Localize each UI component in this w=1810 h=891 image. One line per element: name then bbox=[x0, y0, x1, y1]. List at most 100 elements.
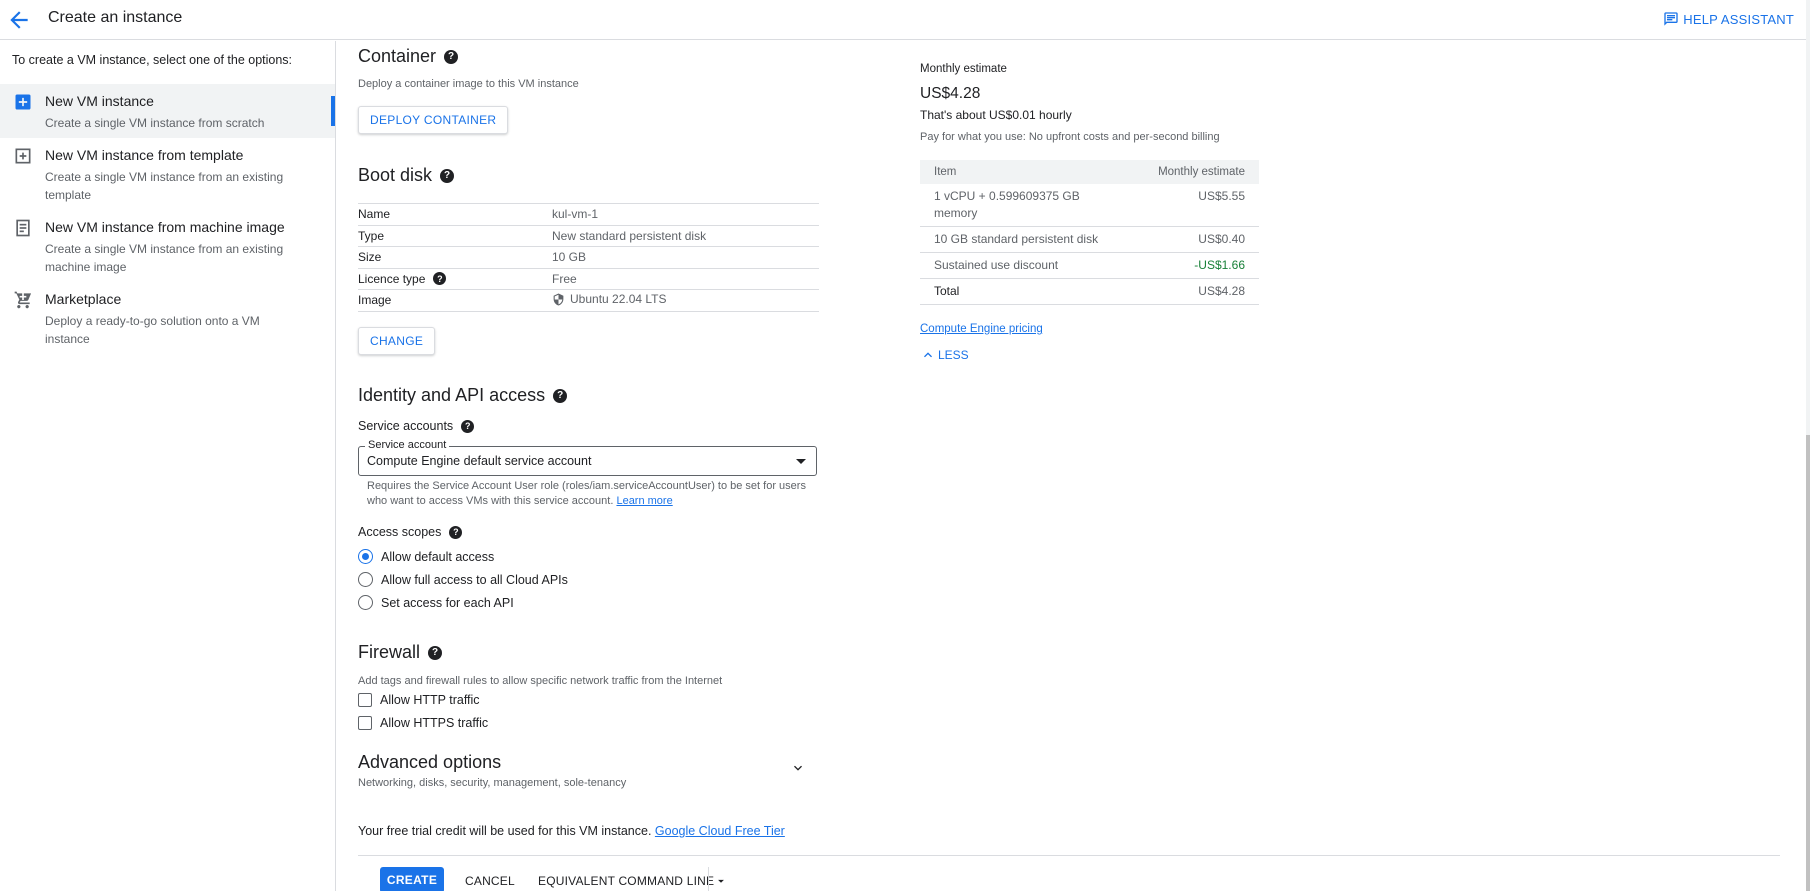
checkbox-allow-https[interactable]: Allow HTTPS traffic bbox=[358, 711, 488, 734]
advanced-options-expander[interactable]: Advanced options Networking, disks, secu… bbox=[358, 752, 818, 792]
service-account-note: Requires the Service Account User role (… bbox=[367, 479, 817, 509]
top-bar: Create an instance HELP ASSISTANT bbox=[0, 0, 1810, 40]
estimate-value: US$0.40 bbox=[1132, 226, 1259, 253]
table-row: Name kul-vm-1 bbox=[358, 203, 819, 226]
sidebar-item-new-vm[interactable]: New VM instance Create a single VM insta… bbox=[0, 84, 335, 138]
scrollbar-thumb[interactable] bbox=[1806, 435, 1810, 891]
boot-disk-key: Name bbox=[358, 203, 552, 226]
radio-button[interactable] bbox=[358, 595, 373, 610]
free-trial-note: Your free trial credit will be used for … bbox=[358, 824, 785, 838]
help-assistant-button[interactable]: HELP ASSISTANT bbox=[1663, 11, 1794, 27]
learn-more-link[interactable]: Learn more bbox=[616, 495, 672, 507]
checkbox[interactable] bbox=[358, 715, 372, 730]
firewall-heading: Firewall ? bbox=[358, 642, 443, 663]
column-header: Item bbox=[920, 160, 1133, 184]
boot-disk-value: New standard persistent disk bbox=[552, 225, 819, 247]
cart-icon bbox=[13, 290, 33, 310]
checkbox-allow-http[interactable]: Allow HTTP traffic bbox=[358, 688, 488, 711]
estimate-item: 10 GB standard persistent disk bbox=[920, 226, 1133, 253]
radio-allow-full-access[interactable]: Allow full access to all Cloud APIs bbox=[358, 568, 568, 591]
free-tier-link[interactable]: Google Cloud Free Tier bbox=[655, 824, 785, 838]
radio-label: Set access for each API bbox=[381, 595, 514, 610]
checkbox[interactable] bbox=[358, 692, 372, 707]
boot-disk-value-cell: Ubuntu 22.04 LTS bbox=[552, 289, 819, 312]
advanced-options-description: Networking, disks, security, management,… bbox=[358, 777, 627, 789]
back-arrow-icon[interactable] bbox=[6, 7, 32, 33]
sidebar-item-new-vm-machine-image[interactable]: New VM instance from machine image Creat… bbox=[0, 210, 335, 282]
feedback-icon bbox=[1663, 11, 1679, 27]
access-scopes-label: Access scopes bbox=[358, 525, 442, 539]
help-icon[interactable]: ? bbox=[433, 272, 447, 286]
radio-button[interactable] bbox=[358, 549, 373, 564]
service-account-note-line: Requires the Service Account User role (… bbox=[367, 480, 806, 492]
radio-label: Allow full access to all Cloud APIs bbox=[381, 572, 568, 587]
less-label: LESS bbox=[938, 348, 969, 362]
service-account-note-text: who want to access VMs with this service… bbox=[367, 495, 614, 507]
sidebar-item-marketplace[interactable]: Marketplace Deploy a ready-to-go solutio… bbox=[0, 282, 335, 346]
create-button[interactable]: CREATE bbox=[380, 867, 444, 891]
table-header-row: Item Monthly estimate bbox=[920, 160, 1259, 184]
service-account-legend: Service account bbox=[365, 439, 450, 451]
sidebar-item-new-vm-template[interactable]: New VM instance from template Create a s… bbox=[0, 138, 335, 210]
boot-disk-value: Ubuntu 22.04 LTS bbox=[570, 292, 667, 306]
estimate-item: Total bbox=[920, 278, 1133, 305]
estimate-value: -US$1.66 bbox=[1132, 252, 1259, 279]
radio-allow-default-access[interactable]: Allow default access bbox=[358, 545, 568, 568]
sidebar-item-label: New VM instance from template bbox=[45, 147, 244, 163]
advanced-options-title: Advanced options bbox=[358, 752, 502, 772]
boot-disk-value: kul-vm-1 bbox=[552, 203, 819, 226]
help-icon[interactable]: ? bbox=[553, 388, 568, 403]
radio-button[interactable] bbox=[358, 572, 373, 587]
boot-disk-value: Free bbox=[552, 268, 819, 290]
table-row: Licence type? Free bbox=[358, 268, 819, 290]
dropdown-arrow-icon[interactable] bbox=[714, 874, 728, 888]
free-trial-text: Your free trial credit will be used for … bbox=[358, 824, 652, 838]
boot-disk-key: Size bbox=[358, 246, 552, 269]
access-scopes-label-row: Access scopes ? bbox=[358, 525, 463, 539]
sidebar-intro: To create a VM instance, select one of t… bbox=[12, 53, 293, 67]
shield-icon bbox=[552, 293, 565, 306]
radio-set-access-each-api[interactable]: Set access for each API bbox=[358, 591, 568, 614]
sidebar-item-description: Create a single VM instance from an exis… bbox=[45, 242, 284, 274]
service-accounts-label-row: Service accounts ? bbox=[358, 419, 475, 433]
deploy-container-button[interactable]: DEPLOY CONTAINER bbox=[358, 106, 509, 134]
monthly-estimate-amount: US$4.28 bbox=[920, 85, 981, 102]
checkbox-label: Allow HTTPS traffic bbox=[380, 715, 489, 730]
less-button[interactable]: LESS bbox=[920, 347, 969, 363]
cancel-button[interactable]: CANCEL bbox=[465, 874, 515, 888]
service-account-value: Compute Engine default service account bbox=[367, 454, 592, 468]
help-icon[interactable]: ? bbox=[428, 645, 443, 660]
service-account-select[interactable]: Service account Compute Engine default s… bbox=[358, 439, 817, 476]
firewall-description: Add tags and firewall rules to allow spe… bbox=[358, 675, 723, 687]
page-title: Create an instance bbox=[48, 9, 183, 26]
firewall-title: Firewall bbox=[358, 642, 421, 662]
compute-engine-pricing-link[interactable]: Compute Engine pricing bbox=[920, 323, 1043, 335]
footer-button-divider bbox=[708, 867, 709, 891]
add-box-icon bbox=[13, 92, 33, 112]
help-icon[interactable]: ? bbox=[440, 168, 455, 183]
template-add-icon bbox=[13, 146, 33, 166]
access-scopes-radio-group: Allow default access Allow full access t… bbox=[358, 545, 568, 614]
change-boot-disk-button[interactable]: CHANGE bbox=[358, 327, 436, 355]
estimate-item-line: 1 vCPU + 0.599609375 GB bbox=[934, 189, 1080, 203]
boot-disk-key: Licence type bbox=[358, 271, 426, 286]
estimate-value: US$4.28 bbox=[1132, 278, 1259, 305]
service-accounts-label: Service accounts bbox=[358, 419, 454, 433]
estimate-item-line: memory bbox=[934, 206, 978, 220]
identity-heading: Identity and API access ? bbox=[358, 385, 568, 406]
help-icon[interactable]: ? bbox=[449, 525, 463, 539]
estimate-item: Sustained use discount bbox=[920, 252, 1133, 279]
hourly-estimate: That's about US$0.01 hourly bbox=[920, 108, 1072, 122]
table-row: Image Ubuntu 22.04 LTS bbox=[358, 289, 819, 312]
help-icon[interactable]: ? bbox=[444, 49, 459, 64]
sidebar-item-label: New VM instance bbox=[45, 93, 154, 109]
chevron-up-icon bbox=[920, 347, 936, 363]
page-scrollbar[interactable] bbox=[1806, 0, 1810, 891]
equivalent-command-line-button[interactable]: EQUIVALENT COMMAND LINE bbox=[538, 874, 714, 888]
container-heading: Container ? bbox=[358, 46, 459, 67]
estimate-item: 1 vCPU + 0.599609375 GB memory bbox=[920, 184, 1133, 227]
estimate-table: Item Monthly estimate 1 vCPU + 0.5996093… bbox=[920, 160, 1259, 305]
help-icon[interactable]: ? bbox=[461, 419, 475, 433]
boot-disk-key-cell: Licence type? bbox=[358, 268, 552, 290]
table-row: Total US$4.28 bbox=[920, 278, 1259, 305]
